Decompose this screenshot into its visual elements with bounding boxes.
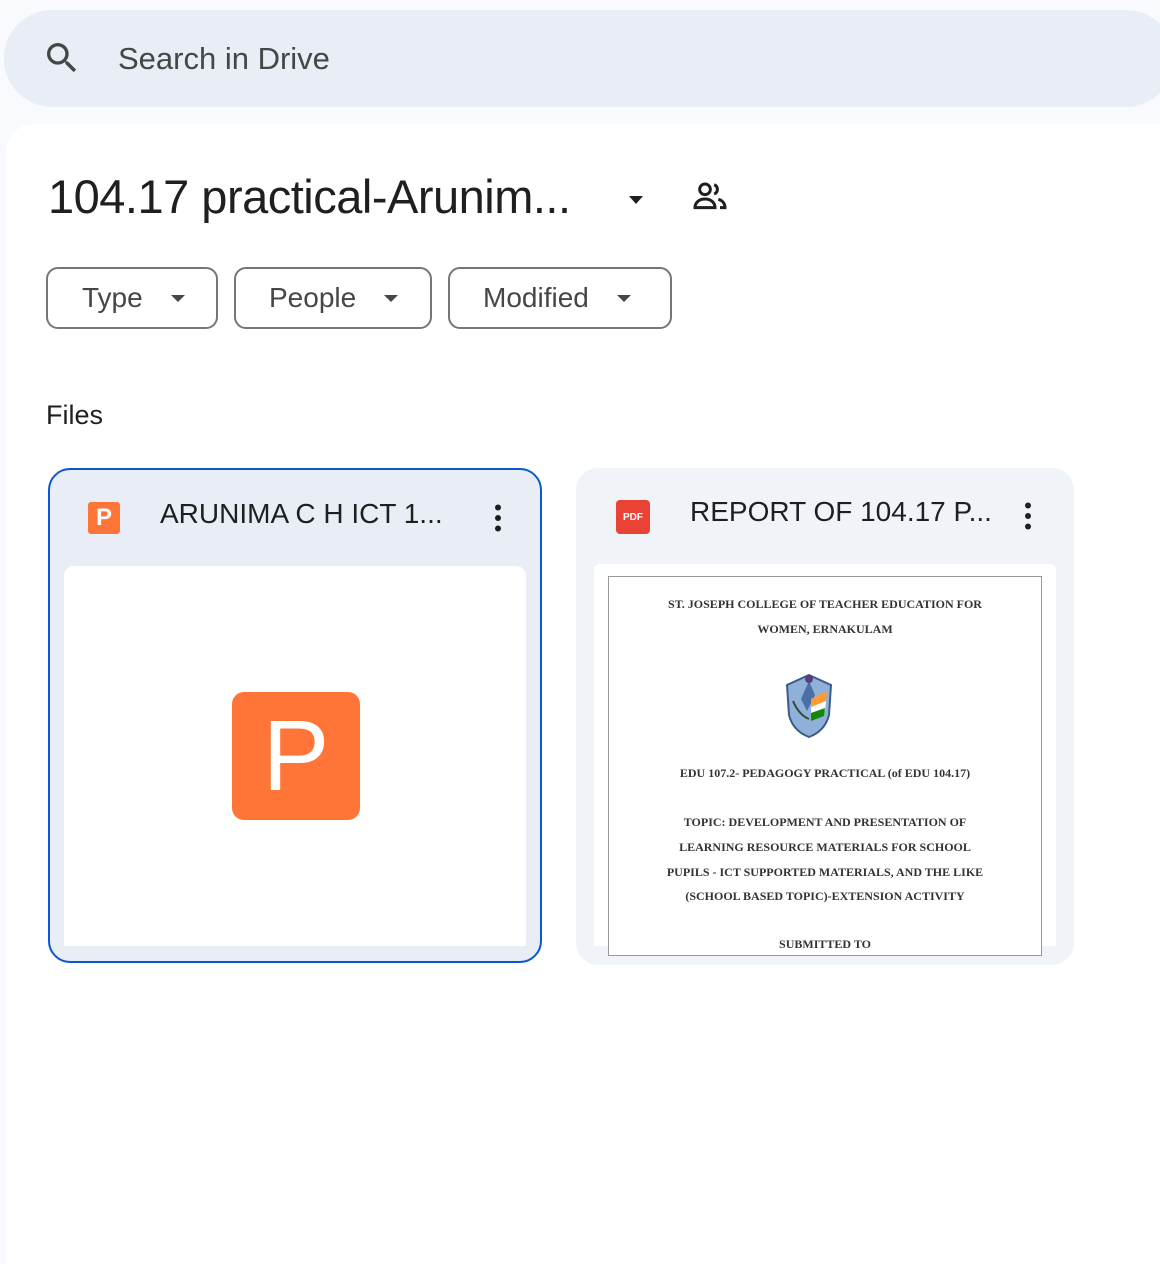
preview-text-line: (SCHOOL BASED TOPIC)-EXTENSION ACTIVITY [685, 889, 965, 903]
folder-menu-dropdown[interactable] [618, 182, 654, 218]
preview-text-line: WOMEN, ERNAKULAM [757, 622, 893, 636]
pdf-icon: PDF [616, 500, 650, 534]
files-section-label: Files [46, 400, 104, 430]
pdf-page-preview: ST. JOSEPH COLLEGE OF TEACHER EDUCATION … [608, 576, 1042, 956]
search-bar[interactable]: Search in Drive [4, 10, 1160, 107]
file-name[interactable]: ARUNIMA C H ICT 1... [160, 498, 443, 530]
preview-text-line: EDU 107.2- PEDAGOGY PRACTICAL (of EDU 10… [679, 766, 971, 780]
shared-people-icon[interactable] [690, 176, 730, 216]
modified-filter-chip[interactable]: Modified [448, 267, 672, 329]
search-icon[interactable] [42, 38, 82, 78]
file-thumbnail[interactable]: ST. JOSEPH COLLEGE OF TEACHER EDUCATION … [594, 564, 1056, 956]
caret-down-icon [629, 196, 643, 204]
preview-text-line: ST. JOSEPH COLLEGE OF TEACHER EDUCATION … [668, 597, 982, 611]
more-options-icon[interactable] [1010, 498, 1046, 534]
chevron-down-icon [170, 294, 185, 302]
type-filter-chip[interactable]: Type [46, 267, 218, 329]
preview-text-line: TOPIC: DEVELOPMENT AND PRESENTATION OF [683, 815, 967, 829]
file-card-header: PDF REPORT OF 104.17 P... [576, 468, 1074, 564]
modified-filter-label: Modified [483, 282, 589, 313]
preview-text-line: PUPILS - ICT SUPPORTED MATERIALS, AND TH… [666, 865, 984, 879]
search-input[interactable]: Search in Drive [118, 10, 330, 107]
preview-text-line: SUBMITTED TO [779, 937, 871, 951]
main-panel: 104.17 practical-Arunim... Type People M… [6, 124, 1160, 1264]
college-emblem-icon [785, 673, 833, 739]
type-filter-label: Type [82, 282, 143, 313]
folder-title-row: 104.17 practical-Arunim... [48, 166, 727, 226]
file-thumbnail[interactable]: P [64, 566, 526, 946]
people-filter-chip[interactable]: People [234, 267, 432, 329]
folder-title[interactable]: 104.17 practical-Arunim... [48, 169, 571, 224]
chevron-down-icon [616, 294, 631, 302]
file-name[interactable]: REPORT OF 104.17 P... [690, 496, 992, 528]
chevron-down-icon [384, 294, 399, 302]
powerpoint-icon: P [88, 502, 120, 534]
powerpoint-large-icon: P [232, 692, 360, 820]
file-card-header: P ARUNIMA C H ICT 1... [50, 470, 540, 566]
file-card-pdf[interactable]: PDF REPORT OF 104.17 P... ST. JOSEPH COL… [576, 468, 1074, 965]
file-card-ppt[interactable]: P ARUNIMA C H ICT 1... P [48, 468, 542, 963]
preview-text-line: LEARNING RESOURCE MATERIALS FOR SCHOOL [679, 840, 971, 854]
people-filter-label: People [269, 282, 357, 313]
more-options-icon[interactable] [480, 500, 516, 536]
